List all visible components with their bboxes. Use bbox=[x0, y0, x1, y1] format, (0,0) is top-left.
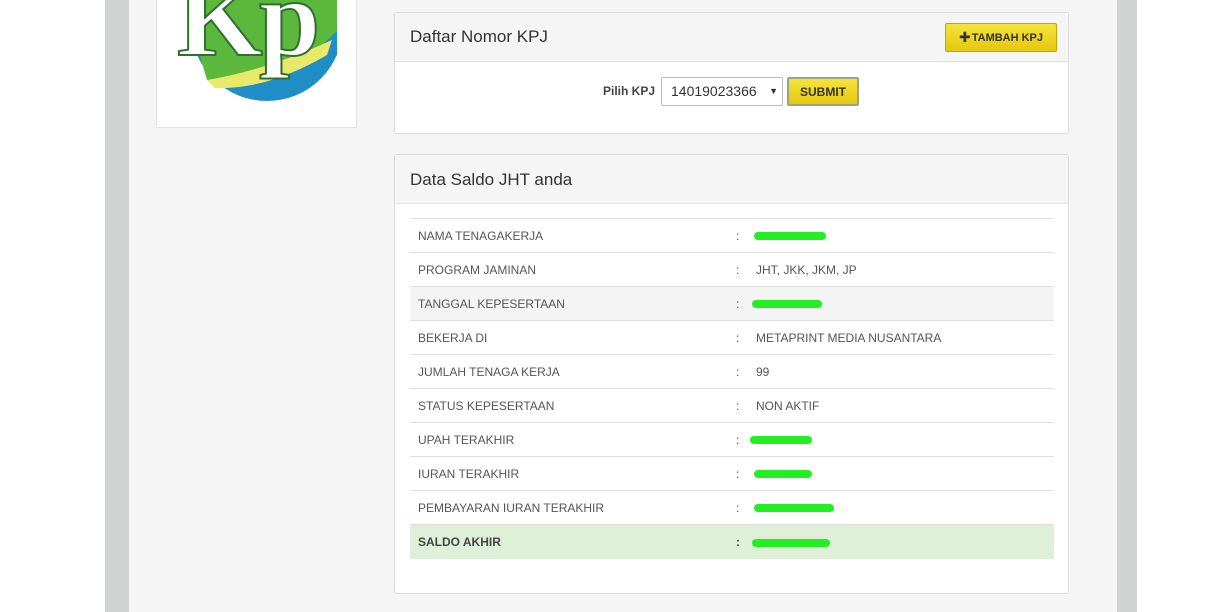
table-row: STATUS KEPESERTAAN : NON AKTIF bbox=[410, 388, 1054, 423]
table-row: IURAN TERAKHIR : bbox=[410, 456, 1054, 491]
plus-icon: ✚ bbox=[958, 29, 971, 45]
row-value bbox=[752, 525, 1054, 559]
add-kpj-label: TAMBAH KPJ bbox=[971, 31, 1044, 44]
kpj-list-panel: Daftar Nomor KPJ ✚ TAMBAH KPJ Pilih KPJ … bbox=[394, 12, 1069, 134]
row-label: BEKERJA DI bbox=[418, 330, 488, 345]
svg-text:p: p bbox=[259, 0, 320, 79]
row-label: JUMLAH TENAGA KERJA bbox=[418, 364, 560, 379]
svg-text:K: K bbox=[177, 0, 263, 79]
saldo-table: NAMA TENAGAKERJA : PROGRAM JAMINAN : JHT… bbox=[410, 218, 1054, 559]
saldo-panel-header: Data Saldo JHT anda bbox=[395, 155, 1068, 204]
row-value: JHT, JKK, JKM, JP bbox=[756, 262, 857, 277]
table-row: BEKERJA DI : METAPRINT MEDIA NUSANTARA bbox=[410, 320, 1054, 355]
add-kpj-button[interactable]: ✚ TAMBAH KPJ bbox=[945, 23, 1057, 52]
logo-box: K p bbox=[156, 0, 357, 128]
redaction-mark bbox=[754, 504, 834, 513]
row-value: METAPRINT MEDIA NUSANTARA bbox=[756, 330, 942, 345]
dropdown-caret-icon: ▼ bbox=[769, 86, 778, 96]
table-row: JUMLAH TENAGA KERJA : 99 bbox=[410, 354, 1054, 389]
page-gutter-right bbox=[1117, 0, 1137, 612]
row-value bbox=[750, 423, 1054, 457]
table-row: SALDO AKHIR : bbox=[410, 524, 1054, 559]
row-label: PROGRAM JAMINAN bbox=[418, 262, 537, 277]
saldo-panel-title: Data Saldo JHT anda bbox=[410, 170, 573, 189]
row-separator: : bbox=[736, 364, 740, 379]
row-value bbox=[754, 219, 1054, 253]
row-separator: : bbox=[736, 262, 740, 277]
row-label: SALDO AKHIR bbox=[418, 534, 501, 549]
table-row: UPAH TERAKHIR : bbox=[410, 422, 1054, 457]
row-label: STATUS KEPESERTAAN bbox=[418, 398, 555, 413]
select-kpj-label: Pilih KPJ bbox=[603, 84, 656, 98]
kpj-panel-title: Daftar Nomor KPJ bbox=[410, 27, 548, 46]
row-label: PEMBAYARAN IURAN TERAKHIR bbox=[418, 500, 605, 515]
row-value: 99 bbox=[756, 364, 770, 379]
row-separator: : bbox=[736, 296, 740, 311]
row-value bbox=[754, 457, 1054, 491]
row-value: NON AKTIF bbox=[756, 398, 820, 413]
row-value bbox=[752, 287, 1054, 321]
row-label: NAMA TENAGAKERJA bbox=[418, 228, 544, 243]
redaction-mark bbox=[754, 470, 812, 479]
table-row: TANGGAL KEPESERTAAN : bbox=[410, 286, 1054, 321]
redaction-mark bbox=[750, 436, 812, 445]
table-row: PEMBAYARAN IURAN TERAKHIR : bbox=[410, 490, 1054, 525]
row-label: IURAN TERAKHIR bbox=[418, 466, 520, 481]
redaction-mark bbox=[754, 232, 826, 241]
row-label: TANGGAL KEPESERTAAN bbox=[418, 296, 565, 311]
row-separator: : bbox=[736, 330, 740, 345]
row-separator: : bbox=[736, 500, 740, 515]
row-label: UPAH TERAKHIR bbox=[418, 432, 515, 447]
table-row: PROGRAM JAMINAN : JHT, JKK, JKM, JP bbox=[410, 252, 1054, 287]
kpj-panel-header: Daftar Nomor KPJ ✚ TAMBAH KPJ bbox=[395, 13, 1068, 62]
redaction-mark bbox=[752, 538, 830, 547]
table-row: NAMA TENAGAKERJA : bbox=[410, 218, 1054, 253]
row-value bbox=[754, 491, 1054, 525]
row-separator: : bbox=[736, 466, 740, 481]
submit-button[interactable]: SUBMIT bbox=[787, 77, 859, 106]
row-separator: : bbox=[736, 398, 740, 413]
kpj-select-form: Pilih KPJ 14019023366 ▼ SUBMIT bbox=[395, 77, 1068, 107]
kpj-select[interactable]: 14019023366 ▼ bbox=[661, 77, 783, 106]
row-separator: : bbox=[736, 228, 740, 243]
kpj-logo: K p bbox=[176, 0, 337, 101]
redaction-mark bbox=[752, 300, 822, 309]
kpj-select-value: 14019023366 bbox=[671, 83, 757, 99]
page-gutter-left bbox=[105, 0, 129, 612]
row-separator: : bbox=[736, 534, 740, 549]
saldo-jht-panel: Data Saldo JHT anda NAMA TENAGAKERJA : P… bbox=[394, 154, 1069, 594]
